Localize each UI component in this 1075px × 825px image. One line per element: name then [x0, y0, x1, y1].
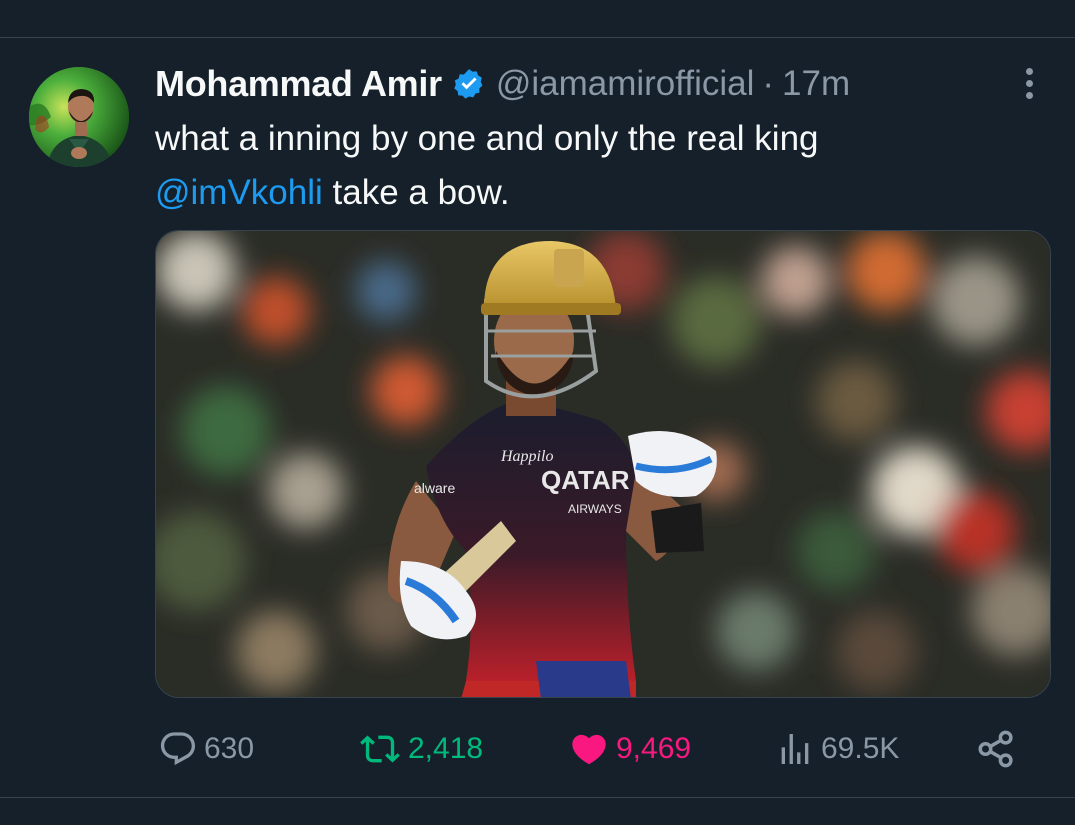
- top-divider: [0, 37, 1075, 38]
- tweet-text-line-1: what a inning by one and only the real k…: [155, 119, 819, 158]
- retweet-button[interactable]: 2,418: [358, 724, 483, 774]
- svg-text:Happilo: Happilo: [500, 448, 553, 465]
- handle[interactable]: @iamamirofficial: [496, 64, 755, 104]
- tweet-text: what a inning by one and only the real k…: [155, 112, 819, 220]
- like-button[interactable]: 9,469: [568, 724, 691, 774]
- tweet-actions: 630 2,418 9,469 69.5K: [0, 724, 1075, 774]
- retweet-count: 2,418: [408, 732, 484, 765]
- avatar[interactable]: [29, 67, 129, 167]
- heart-icon: [572, 734, 606, 765]
- reply-icon: [160, 732, 196, 766]
- mention-link[interactable]: @imVkohli: [155, 173, 323, 212]
- bottom-divider: [0, 797, 1075, 798]
- views-count: 69.5K: [821, 732, 900, 765]
- timestamp[interactable]: 17m: [782, 64, 850, 104]
- svg-text:alware: alware: [414, 480, 455, 496]
- views-button[interactable]: 69.5K: [775, 724, 899, 774]
- display-name[interactable]: Mohammad Amir: [155, 63, 442, 105]
- like-count: 9,469: [616, 732, 692, 765]
- tweet-header: Mohammad Amir @iamamirofficial · 17m: [155, 60, 850, 108]
- views-icon: [781, 734, 809, 764]
- reply-count: 630: [204, 732, 255, 765]
- svg-text:QATAR: QATAR: [541, 465, 630, 495]
- retweet-icon: [360, 735, 400, 763]
- tweet-text-line-2: @imVkohli take a bow.: [155, 166, 819, 220]
- svg-text:AIRWAYS: AIRWAYS: [568, 502, 622, 516]
- separator-dot: ·: [762, 64, 775, 103]
- tweet-text-rest: take a bow.: [322, 173, 510, 212]
- share-icon: [978, 730, 1013, 768]
- verified-badge-icon[interactable]: [452, 67, 486, 101]
- tweet-photo[interactable]: QATAR AIRWAYS Happilo alware: [155, 230, 1051, 698]
- more-options-icon[interactable]: [1015, 65, 1045, 101]
- reply-button[interactable]: 630: [158, 724, 254, 774]
- share-button[interactable]: [975, 724, 1023, 774]
